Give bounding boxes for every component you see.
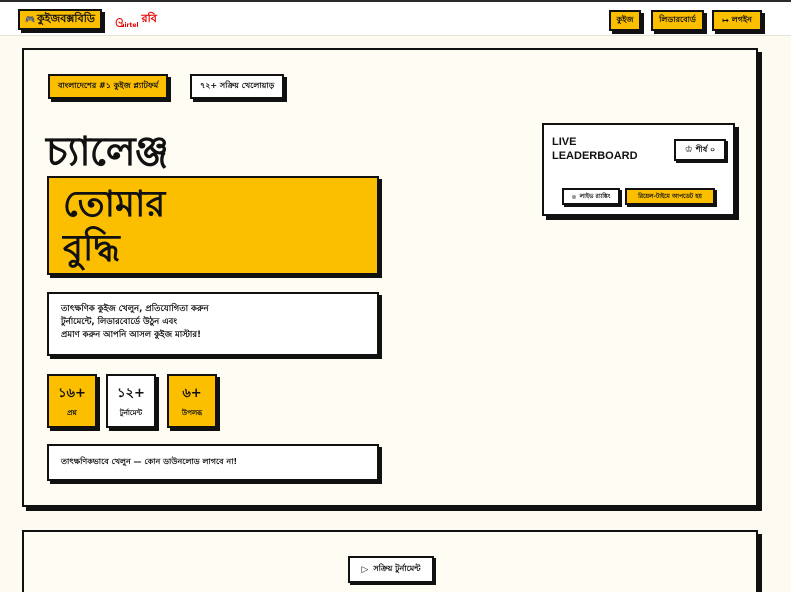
active-tournaments-button[interactable]: ▷ সক্রিয় টুর্নামেন্ট bbox=[348, 556, 434, 583]
top-rank-label: শীর্ষ ০ bbox=[695, 144, 716, 154]
hero-section: বাংলাদেশের #১ কুইজ প্ল্যাটফর্ম ৭২+ সক্রি… bbox=[22, 48, 758, 507]
stat-tournaments: ১২+ টুর্নামেন্ট bbox=[106, 374, 156, 428]
brand-name: কুইজবক্সবিডি bbox=[36, 12, 95, 25]
hero-highlight-box: তোমার বুদ্ধি bbox=[47, 176, 379, 275]
tournaments-section: ▷ সক্রিয় টুর্নামেন্ট bbox=[22, 530, 758, 592]
status-dot-icon bbox=[571, 194, 576, 199]
active-players-badge: ৭২+ সক্রিয় খেলোয়াড় bbox=[190, 74, 285, 99]
hero-headline-line2: তোমার bbox=[63, 183, 166, 225]
brand-logo-link[interactable]: 🎮 কুইজবক্সবিডি bbox=[18, 9, 102, 30]
leaderboard-title: LIVE LEADERBOARD bbox=[552, 135, 638, 163]
login-label: লগইন bbox=[731, 15, 752, 24]
play-icon: ▷ bbox=[361, 564, 369, 575]
stat-number: ১২+ bbox=[117, 385, 145, 401]
stat-label: উপলব্ধ bbox=[181, 408, 203, 417]
airtel-robi-logo: ᘓ airtel রবি bbox=[115, 10, 157, 29]
airtel-wordmark: airtel bbox=[120, 22, 139, 29]
stat-number: ১৬+ bbox=[58, 385, 86, 401]
platform-badge: বাংলাদেশের #১ কুইজ প্ল্যাটফর্ম bbox=[48, 74, 169, 99]
robi-wordmark: রবি bbox=[141, 12, 157, 25]
realtime-update-chip: রিয়েল-টাইমে আপডেট হয় bbox=[625, 188, 715, 205]
nav-quiz-button[interactable]: কুইজ bbox=[609, 10, 641, 31]
desc-line: টুর্নামেন্টে, লিডারবোর্ডে উঠুন এবং bbox=[61, 317, 178, 327]
site-header: 🎮 কুইজবক্সবিডি ᘓ airtel রবি কুইজ লিডারবো… bbox=[0, 2, 791, 36]
active-tournaments-label: সক্রিয় টুর্নামেন্ট bbox=[373, 564, 421, 573]
desc-line: প্রমাণ করুন আপনি আসল কুইজ মাস্টার! bbox=[61, 330, 201, 340]
stat-label: টুর্নামেন্ট bbox=[119, 408, 143, 417]
no-download-note: তাৎক্ষণিকভাবে খেলুন — কোন ডাউনলোড লাগবে … bbox=[47, 444, 379, 481]
login-button[interactable]: ↦ লগইন bbox=[712, 10, 762, 31]
stat-number: ৬+ bbox=[182, 385, 202, 401]
login-icon: ↦ bbox=[722, 16, 729, 25]
hero-description: তাৎক্ষণিক কুইজ খেলুন, প্রতিযোগিতা করুন ট… bbox=[47, 292, 379, 356]
gamepad-icon: 🎮 bbox=[25, 15, 35, 24]
stat-questions: ১৬+ প্রশ্ন bbox=[47, 374, 97, 428]
crown-icon: ♔ bbox=[684, 145, 693, 155]
live-ranking-chip: লাইভ র‍্যাঙ্কিং bbox=[562, 188, 620, 205]
leaderboard-title-line2: LEADERBOARD bbox=[552, 150, 638, 162]
hero-headline-line3: বুদ্ধি bbox=[63, 227, 120, 269]
desc-line: তাৎক্ষণিক কুইজ খেলুন, প্রতিযোগিতা করুন bbox=[61, 304, 209, 314]
live-ranking-label: লাইভ র‍্যাঙ্কিং bbox=[579, 193, 611, 200]
top-rank-badge: ♔ শীর্ষ ০ bbox=[674, 139, 726, 161]
stat-label: প্রশ্ন bbox=[67, 408, 77, 417]
leaderboard-title-line1: LIVE bbox=[552, 136, 577, 148]
stat-available: ৬+ উপলব্ধ bbox=[167, 374, 217, 428]
nav-leaderboard-button[interactable]: লিডারবোর্ড bbox=[651, 10, 704, 31]
live-leaderboard-card[interactable]: LIVE LEADERBOARD ♔ শীর্ষ ০ লাইভ র‍্যাঙ্ক… bbox=[542, 123, 735, 216]
